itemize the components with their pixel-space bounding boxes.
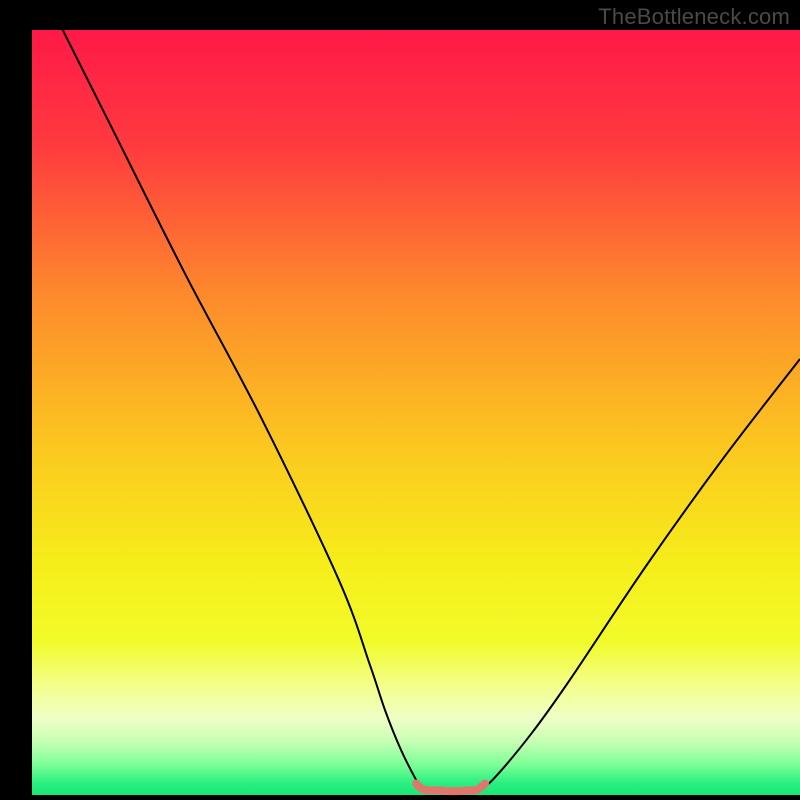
heatmap-gradient-background xyxy=(32,30,800,795)
watermark-text: TheBottleneck.com xyxy=(598,4,790,30)
bottleneck-chart xyxy=(0,0,800,800)
